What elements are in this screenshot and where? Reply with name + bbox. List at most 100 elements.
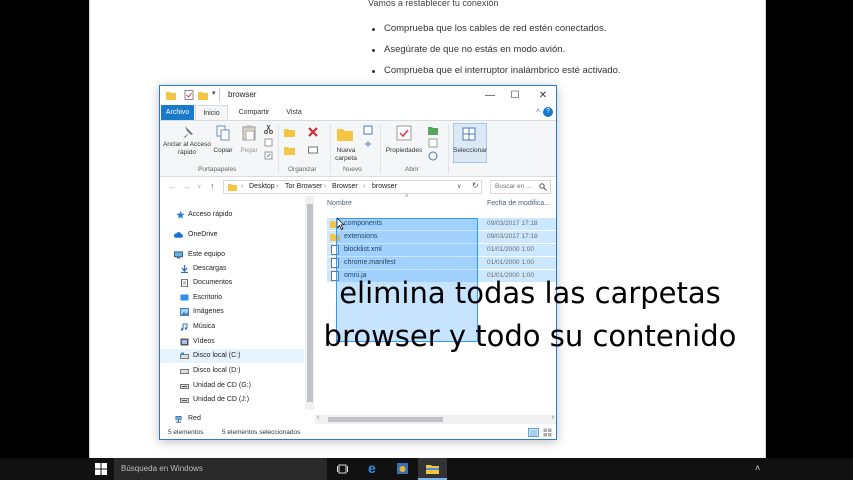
tab-vista[interactable]: Vista [280,105,308,120]
horizontal-scrollbar-thumb[interactable] [328,417,443,422]
edit-icon[interactable] [428,138,438,148]
up-arrow-icon[interactable]: ↑ [210,181,215,191]
music-icon [180,323,188,331]
maximize-button[interactable]: ☐ [503,86,527,105]
copy-button[interactable]: Copiar [210,147,236,155]
file-explorer-icon [426,465,439,474]
file-explorer-button[interactable] [418,458,447,480]
nav-item-downloads[interactable]: Descargas [160,262,304,276]
nav-item-documents[interactable]: Documentos [160,276,304,290]
scroll-right-icon[interactable]: › [552,414,554,421]
move-to-icon[interactable] [284,127,296,137]
easy-access-icon[interactable] [363,139,373,149]
ribbon-tabs: Archivo Inicio Compartir Vista ˄ ? [160,105,556,120]
copy-to-icon[interactable] [284,145,296,155]
nav-item-label: OneDrive [188,231,218,238]
pin-icon [184,126,193,138]
copy-path-icon[interactable] [264,138,273,147]
nav-item-local-disk-d[interactable]: Disco local (D:) [160,364,304,378]
nav-item-cd-drive-g[interactable]: Unidad de CD (G:) [160,379,304,393]
select-icon [462,127,476,141]
nav-item-local-disk-c[interactable]: Disco local (C:) [160,349,304,363]
address-path[interactable]: › Desktop › Tor Browser › Browser › brow… [223,180,482,194]
nav-item-this-pc[interactable]: Este equipo [160,248,304,262]
selected-count: 5 elementos seleccionados [222,429,301,436]
mouse-cursor-icon [337,218,345,230]
breadcrumb-browser[interactable]: browser [372,181,397,193]
details-view-icon[interactable] [528,428,539,437]
paste-button[interactable]: Pegar [236,147,262,155]
taskbar-search-input[interactable]: Búsqueda en Windows [114,458,327,480]
minimize-button[interactable]: — [478,86,502,105]
nav-item-label: Unidad de CD (G:) [193,382,251,389]
large-icons-view-icon[interactable] [543,428,552,437]
breadcrumb-desktop[interactable]: Desktop [249,181,275,193]
refresh-icon[interactable]: ↻ [472,181,479,190]
nav-item-music[interactable]: Música [160,320,304,334]
nav-item-quick-access[interactable]: Acceso rápido [160,208,304,222]
paste-icon [242,125,256,141]
recent-dropdown-icon[interactable]: ∨ [197,183,201,190]
title-divider [219,88,220,102]
collapse-ribbon-icon[interactable]: ˄ [536,108,540,115]
open-icon[interactable] [428,125,438,135]
window-title: browser [228,90,257,99]
show-hidden-icons-icon[interactable]: ˄ [755,463,760,473]
star-icon [176,211,185,219]
tab-compartir[interactable]: Compartir [232,105,276,120]
paste-shortcut-icon[interactable] [264,151,273,160]
help-icon[interactable]: ? [543,107,553,117]
nav-scrollbar-thumb[interactable] [307,204,313,402]
windows-start-icon[interactable] [95,463,107,475]
download-icon [181,265,188,273]
new-folder-quick-icon[interactable] [198,90,208,100]
breadcrumb-tor-browser[interactable]: Tor Browser [285,181,322,193]
video-subtitle: elimina todas las carpetas browser y tod… [323,276,737,353]
history-icon[interactable] [428,151,438,161]
column-header-date[interactable]: Fecha de modifica... [487,200,550,207]
title-bar[interactable]: ▾ browser — ☐ ✕ [160,86,556,105]
search-input[interactable]: Buscar en ... [490,180,551,194]
nav-item-label: Documentos [193,279,233,286]
nav-item-label: Acceso rápido [188,211,233,218]
tab-inicio[interactable]: Inicio [195,105,228,120]
nav-item-videos[interactable]: Vídeos [160,335,304,349]
new-item-icon[interactable] [363,125,373,135]
nav-item-network[interactable]: Red [160,412,304,426]
copy-icon [216,125,230,141]
cut-icon[interactable] [264,125,273,134]
rename-icon[interactable] [308,145,318,155]
select-button[interactable]: Seleccionar [449,147,491,155]
breadcrumb-browser-parent[interactable]: Browser [332,181,358,193]
quick-access-dropdown-icon[interactable]: ▾ [212,89,216,97]
pin-quick-access-button[interactable]: Anclar al Acceso rápido [162,141,212,157]
nav-item-label: Imágenes [193,308,224,315]
column-header-name[interactable]: Nombre [327,200,352,207]
task-view-icon [337,464,348,474]
tor-browser-button[interactable] [388,458,417,480]
nav-item-label: Disco local (C:) [193,352,241,359]
edge-button[interactable]: e [359,458,388,480]
file-date: 01/01/2000 1:00 [487,246,534,253]
nav-item-label: Escritorio [193,294,223,301]
forward-arrow-icon[interactable]: → [182,181,191,191]
nav-item-cd-drive-j[interactable]: Unidad de CD (J:) [160,393,304,407]
bullet-item: Comprueba que el interruptor inalámbrico… [372,64,621,85]
new-folder-button[interactable]: Nueva carpeta [331,147,361,163]
nav-item-pictures[interactable]: Imágenes [160,305,304,319]
sort-up-icon: ˄ [405,194,409,200]
nav-item-desktop[interactable]: Escritorio [160,291,304,305]
navigation-pane: Acceso rápido OneDrive Este equipo Desca… [160,196,314,423]
breadcrumb-chevron-icon: › [363,183,366,190]
delete-icon[interactable] [308,127,318,137]
nav-item-onedrive[interactable]: OneDrive [160,228,304,242]
folder-icon [228,184,237,191]
properties-button[interactable]: Propiedades [382,147,426,155]
properties-quick-icon[interactable] [184,90,194,100]
back-arrow-icon[interactable]: ← [168,181,177,191]
close-button[interactable]: ✕ [531,86,555,105]
address-dropdown-icon[interactable]: ∨ [457,181,461,193]
tab-archivo[interactable]: Archivo [161,105,194,120]
task-view-button[interactable] [328,458,357,480]
scroll-left-icon[interactable]: ‹ [317,414,319,421]
